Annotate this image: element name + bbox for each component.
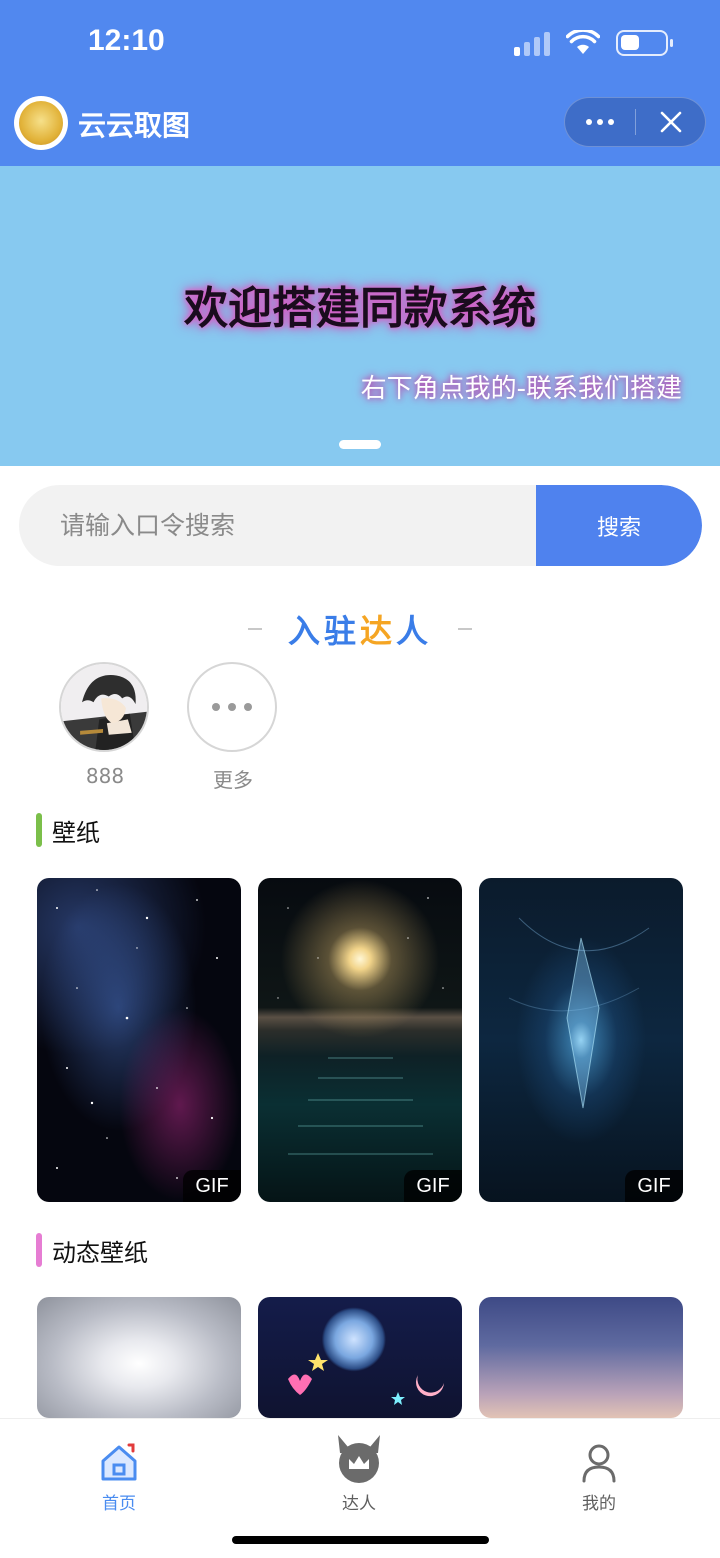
mini-program-capsule bbox=[564, 97, 706, 147]
cellular-signal-icon bbox=[514, 30, 550, 56]
app-logo bbox=[14, 96, 68, 150]
user-icon bbox=[582, 1444, 616, 1483]
category-label: 壁纸 bbox=[52, 818, 100, 847]
creator-item[interactable]: 888 bbox=[59, 662, 151, 788]
status-time: 12:10 bbox=[88, 24, 165, 57]
crown-icon bbox=[338, 1435, 380, 1483]
gif-badge: GIF bbox=[404, 1170, 462, 1202]
close-icon bbox=[660, 111, 681, 133]
moon-over-sea-image bbox=[277, 897, 444, 1155]
live-wallpaper-thumb[interactable] bbox=[37, 1297, 241, 1418]
category-accent-bar bbox=[36, 1233, 42, 1267]
wifi-icon bbox=[566, 30, 600, 54]
more-options-button[interactable] bbox=[565, 98, 635, 146]
live-wallpaper-thumb[interactable] bbox=[479, 1297, 683, 1418]
home-icon bbox=[101, 1443, 137, 1481]
tab-home[interactable]: 首页 bbox=[59, 1431, 179, 1514]
heading-dash-left bbox=[247, 628, 262, 630]
more-creators[interactable]: 更多 bbox=[187, 662, 279, 793]
wallpaper-thumb[interactable]: GIF bbox=[258, 878, 462, 1202]
top-bar: 12:10 云云取图 bbox=[0, 0, 720, 166]
category-accent-bar bbox=[36, 813, 42, 847]
app-title: 云云取图 bbox=[78, 109, 191, 142]
creator-name: 888 bbox=[85, 764, 125, 788]
gif-badge: GIF bbox=[625, 1170, 683, 1202]
close-button[interactable] bbox=[636, 98, 705, 146]
moon-stars-image bbox=[288, 1353, 444, 1405]
category-heading-wallpaper: 壁纸 bbox=[36, 813, 100, 847]
crystal-image bbox=[508, 917, 650, 1109]
live-wallpaper-thumb[interactable] bbox=[258, 1297, 462, 1418]
category-label: 动态壁纸 bbox=[52, 1238, 148, 1267]
category-heading-live-wallpaper: 动态壁纸 bbox=[36, 1233, 148, 1267]
search-bar: 搜索 bbox=[19, 485, 702, 566]
wallpaper-thumb[interactable]: GIF bbox=[37, 878, 241, 1202]
tab-label: 首页 bbox=[102, 1494, 136, 1514]
search-button[interactable]: 搜索 bbox=[536, 485, 702, 566]
home-indicator bbox=[232, 1536, 489, 1544]
tab-mine[interactable]: 我的 bbox=[539, 1431, 659, 1514]
creators-heading: 入驻达人 bbox=[0, 604, 720, 654]
banner-title: 欢迎搭建同款系统 bbox=[184, 283, 536, 334]
gif-badge: GIF bbox=[183, 1170, 241, 1202]
tab-label: 达人 bbox=[342, 1494, 376, 1514]
starfield-image bbox=[56, 889, 218, 1179]
creators-title: 入驻达人 bbox=[287, 612, 433, 650]
tab-label: 我的 bbox=[582, 1494, 616, 1514]
wallpaper-thumb[interactable]: GIF bbox=[479, 878, 683, 1202]
more-creators-icon bbox=[187, 662, 277, 752]
banner-subtitle: 右下角点我的-联系我们搭建 bbox=[360, 374, 682, 404]
avatar bbox=[59, 662, 149, 752]
tab-creators[interactable]: 达人 bbox=[299, 1431, 419, 1514]
status-icons bbox=[514, 26, 673, 60]
search-input[interactable] bbox=[19, 485, 536, 566]
promo-banner[interactable]: 欢迎搭建同款系统 右下角点我的-联系我们搭建 bbox=[0, 166, 720, 466]
creator-name: 更多 bbox=[213, 768, 253, 792]
banner-indicator bbox=[339, 440, 381, 449]
heading-dash-right bbox=[458, 628, 473, 630]
battery-icon bbox=[616, 30, 673, 56]
